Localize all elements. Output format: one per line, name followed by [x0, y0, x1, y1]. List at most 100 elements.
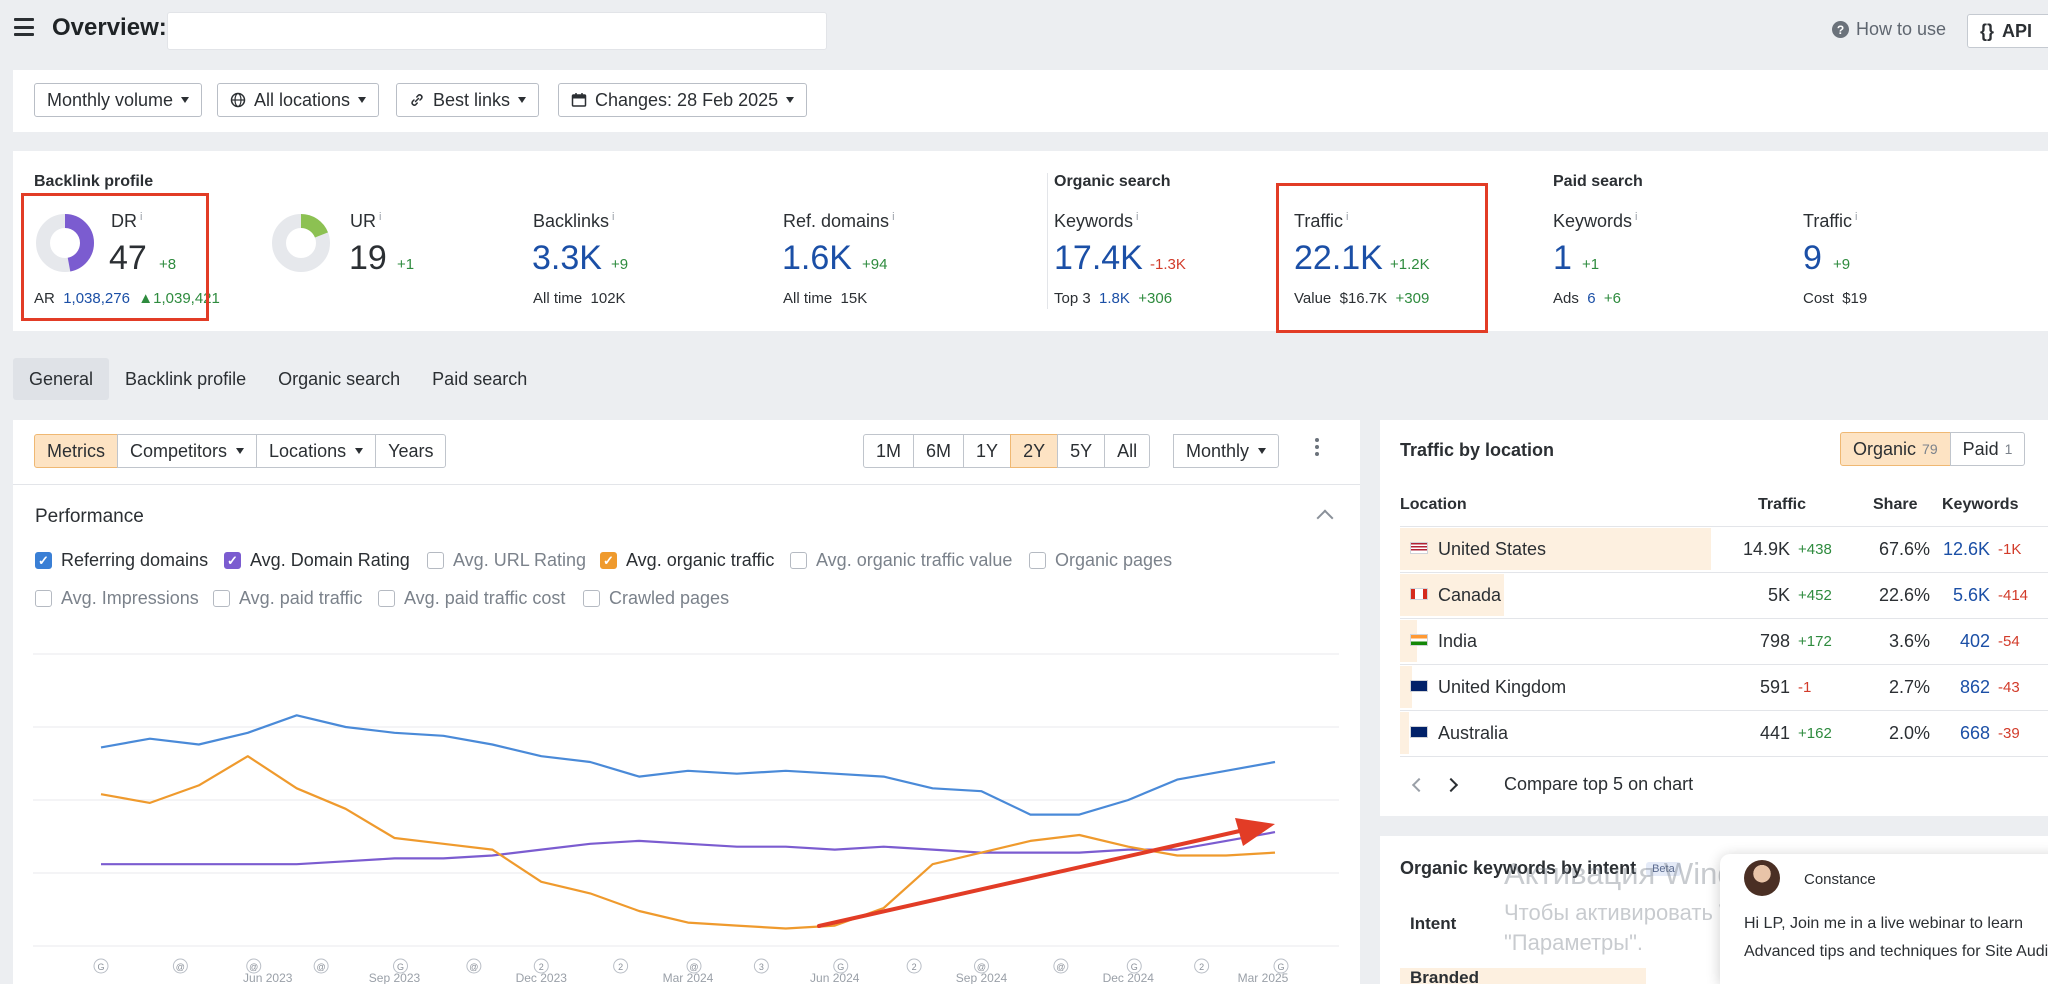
backlinks-value[interactable]: 3.3K — [532, 239, 602, 278]
country-name[interactable]: Canada — [1438, 585, 1501, 606]
checkbox-avg-organic-traffic[interactable]: ✓ Avg. organic traffic — [600, 550, 774, 571]
top3-value[interactable]: 1.8K — [1099, 290, 1130, 307]
country-name[interactable]: United Kingdom — [1438, 677, 1566, 698]
previous-page-icon[interactable] — [1411, 777, 1427, 792]
country-share: 67.6% — [1878, 539, 1930, 559]
tab-backlink-profile[interactable]: Backlink profile — [109, 358, 262, 400]
ads-value[interactable]: 6 — [1587, 290, 1595, 307]
intent-row-branded[interactable]: Branded — [1400, 968, 1646, 984]
api-button[interactable]: {} API — [1967, 14, 2048, 48]
paid-traffic-label[interactable]: Traffic i — [1803, 211, 1857, 232]
ur-label[interactable]: UR i — [350, 211, 381, 232]
traffic-column-header[interactable]: Traffic — [1758, 496, 1806, 514]
paid-keywords-value[interactable]: 1 — [1553, 239, 1572, 278]
granularity-dropdown[interactable]: Monthly — [1173, 434, 1280, 468]
checkbox-avg-paid-traffic-cost[interactable]: Avg. paid traffic cost — [378, 588, 565, 609]
info-icon[interactable]: i — [1136, 211, 1138, 223]
tab-paid-search[interactable]: Paid search — [416, 358, 543, 400]
location-column-header[interactable]: Location — [1400, 496, 1467, 514]
checkbox-avg-paid-traffic[interactable]: Avg. paid traffic — [213, 588, 362, 609]
view-years-button[interactable]: Years — [375, 434, 447, 468]
backlinks-label[interactable]: Backlinks i — [533, 211, 614, 232]
collapse-chevron-icon[interactable] — [1316, 509, 1334, 527]
checkbox-avg-organic-traffic-value[interactable]: Avg. organic traffic value — [790, 550, 1012, 571]
country-keywords[interactable]: 12.6K — [1930, 539, 1990, 560]
country-keywords[interactable]: 862 — [1930, 677, 1990, 698]
country-keywords[interactable]: 402 — [1930, 631, 1990, 652]
us-flag-icon — [1410, 542, 1428, 554]
table-row[interactable]: United States 14.9K +438 67.6% 12.6K -1K — [1400, 527, 2048, 571]
info-icon[interactable]: i — [1635, 211, 1637, 223]
volume-dropdown[interactable]: Monthly volume — [34, 83, 203, 117]
country-keywords[interactable]: 5.6K — [1930, 585, 1990, 606]
compare-top5-link[interactable]: Compare top 5 on chart — [1504, 774, 1693, 795]
range-6m-button[interactable]: 6M — [913, 434, 965, 468]
checkbox-organic-pages[interactable]: Organic pages — [1029, 550, 1172, 571]
info-icon[interactable]: i — [1855, 211, 1857, 223]
info-icon[interactable]: i — [892, 211, 894, 223]
locations-dropdown[interactable]: All locations — [217, 83, 380, 117]
paid-keywords-delta: +1 — [1582, 256, 1600, 273]
how-to-use-link[interactable]: ? How to use — [1832, 19, 1946, 40]
checkbox-avg-domain-rating[interactable]: ✓ Avg. Domain Rating — [224, 550, 410, 571]
ref-domains-label[interactable]: Ref. domains i — [783, 211, 895, 232]
range-2y-button[interactable]: 2Y — [1010, 434, 1059, 468]
changes-date-dropdown[interactable]: Changes: 28 Feb 2025 — [558, 83, 808, 117]
view-metrics-button[interactable]: Metrics — [34, 434, 118, 468]
country-name[interactable]: United States — [1438, 539, 1546, 560]
paid-toggle-button[interactable]: Paid 1 — [1949, 432, 2026, 466]
paid-traffic-delta: +9 — [1833, 256, 1851, 273]
metrics-summary: Backlink profile Organic search Paid sea… — [13, 151, 2048, 333]
range-all-button[interactable]: All — [1104, 434, 1151, 468]
paid-traffic-value[interactable]: 9 — [1803, 239, 1822, 278]
ref-domains-value[interactable]: 1.6K — [782, 239, 852, 278]
country-name[interactable]: India — [1438, 631, 1477, 652]
globe-icon — [230, 92, 246, 108]
range-5y-button[interactable]: 5Y — [1057, 434, 1106, 468]
country-name[interactable]: Australia — [1438, 723, 1508, 744]
organic-keywords-label[interactable]: Keywords i — [1054, 211, 1138, 232]
next-page-icon[interactable] — [1443, 777, 1459, 792]
country-keywords-delta: -414 — [1998, 587, 2029, 604]
range-1m-button[interactable]: 1M — [863, 434, 915, 468]
tab-general[interactable]: General — [13, 358, 110, 400]
info-icon[interactable]: i — [612, 211, 614, 223]
country-traffic: 441 — [1759, 723, 1790, 743]
organic-keywords-value[interactable]: 17.4K — [1054, 239, 1143, 278]
country-traffic: 591 — [1759, 677, 1790, 697]
country-keywords-delta: -39 — [1998, 725, 2020, 742]
organic-toggle-button[interactable]: Organic 79 — [1840, 432, 1951, 466]
paid-keywords-label[interactable]: Keywords i — [1553, 211, 1637, 232]
info-icon[interactable]: i — [379, 211, 381, 223]
ur-delta: +1 — [397, 256, 415, 273]
table-row[interactable]: Canada 5K +452 22.6% 5.6K -414 — [1400, 573, 2048, 617]
table-row[interactable]: United Kingdom 591 -1 2.7% 862 -43 — [1400, 665, 2048, 709]
target-input[interactable] — [167, 12, 827, 50]
annotation-marker-label: @ — [469, 962, 478, 972]
country-keywords[interactable]: 668 — [1930, 723, 1990, 744]
range-1y-button[interactable]: 1Y — [963, 434, 1012, 468]
more-options-icon[interactable] — [1315, 438, 1319, 456]
table-row[interactable]: Australia 441 +162 2.0% 668 -39 — [1400, 711, 2048, 755]
checkbox-avg-url-rating[interactable]: Avg. URL Rating — [427, 550, 586, 571]
table-row[interactable]: India 798 +172 3.6% 402 -54 — [1400, 619, 2048, 663]
chat-popup[interactable]: Constance Hi LP, Join me in a live webin… — [1720, 854, 2048, 984]
x-tick-label: Jun 2023 — [243, 971, 293, 984]
share-column-header[interactable]: Share — [1873, 496, 1917, 514]
checkbox-avg-impressions[interactable]: Avg. Impressions — [35, 588, 199, 609]
hamburger-menu-icon[interactable] — [14, 18, 34, 36]
checkbox-label: Avg. Impressions — [61, 588, 199, 608]
tab-organic-search[interactable]: Organic search — [262, 358, 416, 400]
checkbox-empty-icon — [378, 590, 395, 607]
country-share: 2.7% — [1888, 677, 1930, 697]
paid-keywords-label-text: Keywords — [1553, 211, 1633, 231]
keywords-column-header[interactable]: Keywords — [1942, 496, 2018, 514]
intent-column-header[interactable]: Intent — [1410, 914, 1456, 934]
location-pager: Compare top 5 on chart — [1411, 774, 1693, 795]
country-traffic-delta: -1 — [1798, 679, 1812, 696]
links-dropdown[interactable]: Best links — [396, 83, 540, 117]
checkbox-referring-domains[interactable]: ✓ Referring domains — [35, 550, 208, 571]
checkbox-crawled-pages[interactable]: Crawled pages — [583, 588, 729, 609]
view-locations-button[interactable]: Locations — [256, 434, 377, 468]
view-competitors-button[interactable]: Competitors — [117, 434, 258, 468]
